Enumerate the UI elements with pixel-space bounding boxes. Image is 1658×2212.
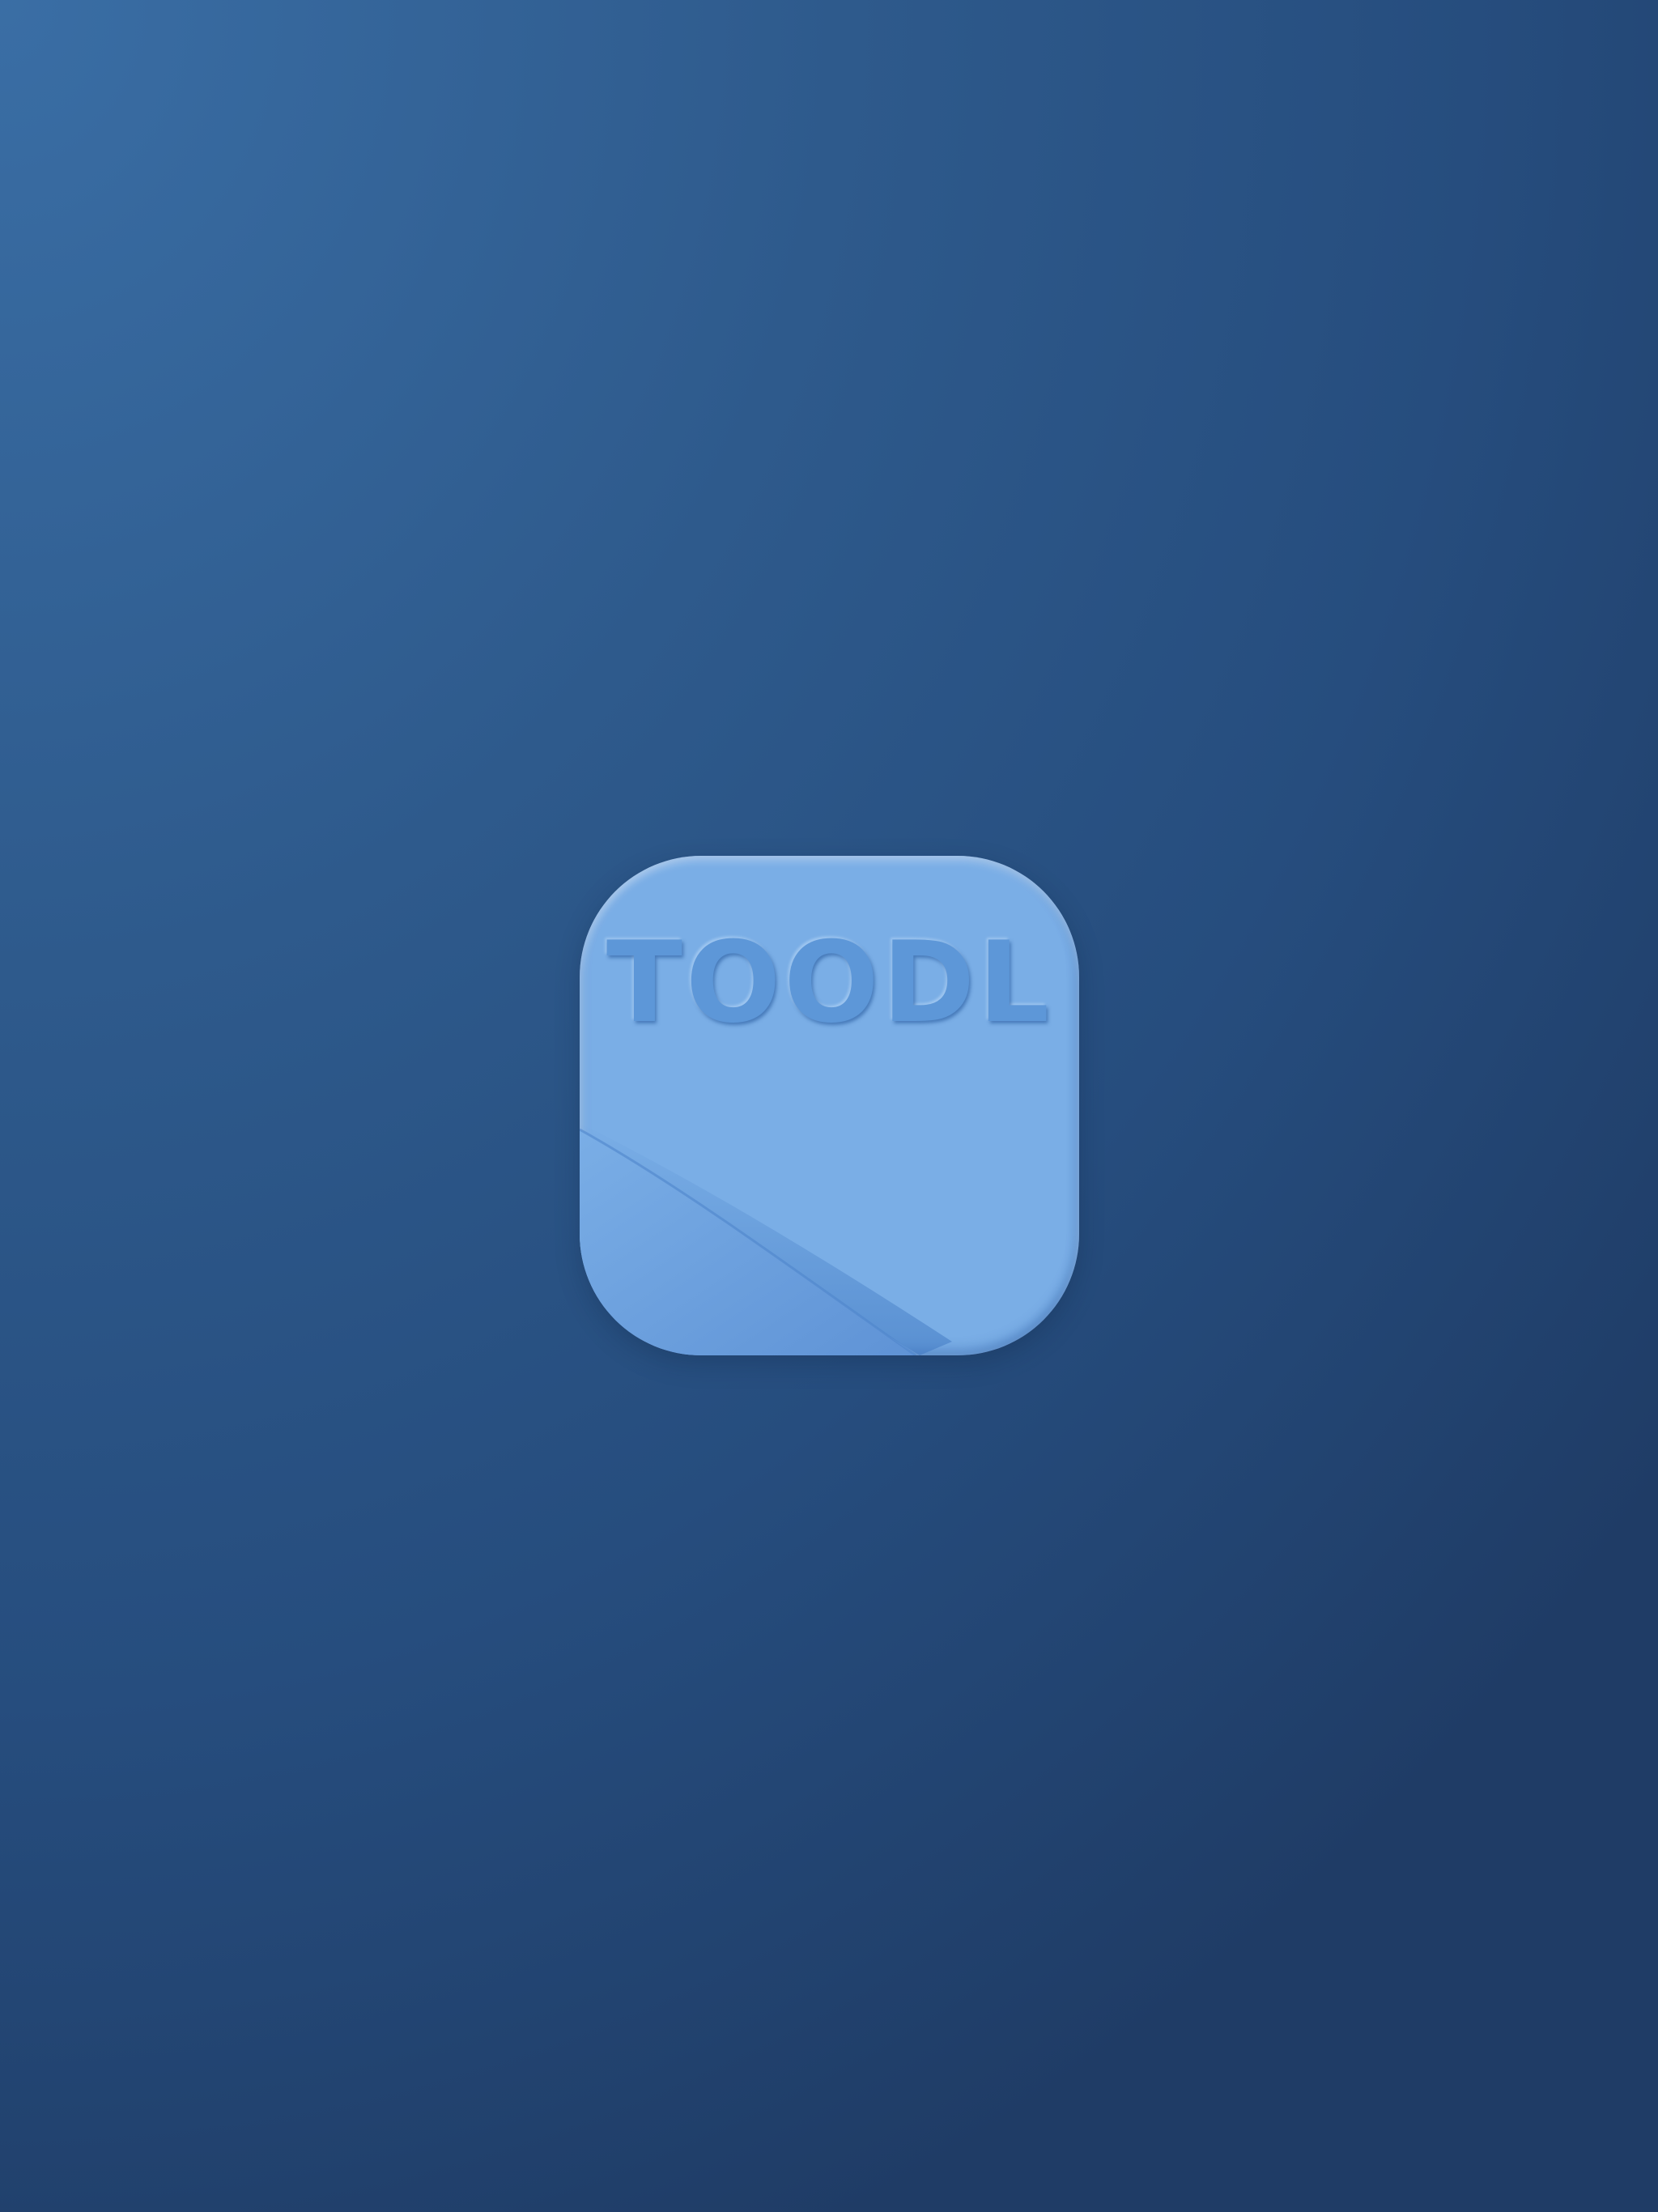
launch-screen: TOODL (0, 0, 1658, 2212)
toodl-app-icon: TOODL (580, 856, 1079, 1355)
app-name-wordmark: TOODL (606, 917, 1053, 1048)
